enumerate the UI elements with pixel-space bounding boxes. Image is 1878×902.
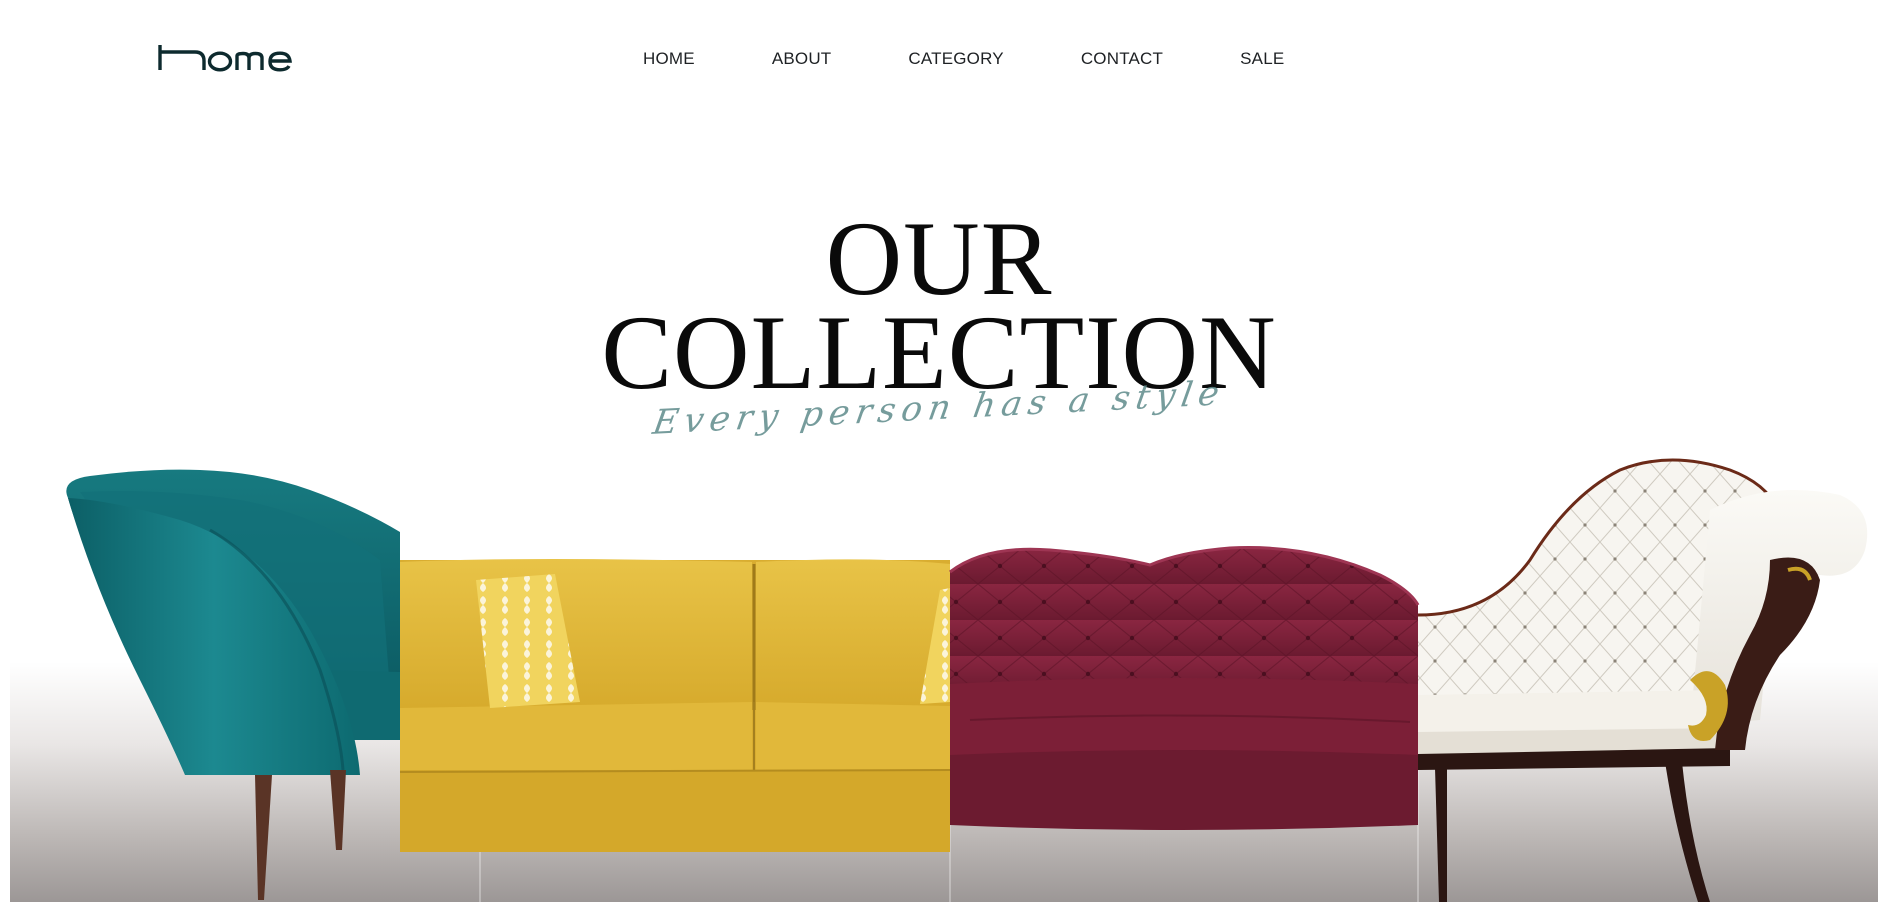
- nav-category[interactable]: CATEGORY: [908, 49, 1003, 69]
- hero-title-line1: OUR: [825, 200, 1053, 317]
- page: HOME ABOUT CATEGORY CONTACT SALE OUR COL…: [0, 0, 1878, 902]
- sofa-collage-image: [66, 440, 1868, 902]
- yellow-sofa: [399, 559, 951, 852]
- nav-contact[interactable]: CONTACT: [1081, 49, 1163, 69]
- nav-about[interactable]: ABOUT: [772, 49, 832, 69]
- burgundy-sofa: [949, 546, 1420, 830]
- main-nav: HOME ABOUT CATEGORY CONTACT SALE: [643, 49, 1284, 69]
- nav-home[interactable]: HOME: [643, 49, 695, 69]
- sofa-collection-banner: [10, 440, 1878, 902]
- ivory-chaise-longue: [1417, 458, 1868, 902]
- logo-mark-icon: [158, 45, 292, 72]
- nav-sale[interactable]: SALE: [1240, 49, 1284, 69]
- logo[interactable]: [158, 44, 318, 74]
- teal-sofa: [66, 469, 400, 900]
